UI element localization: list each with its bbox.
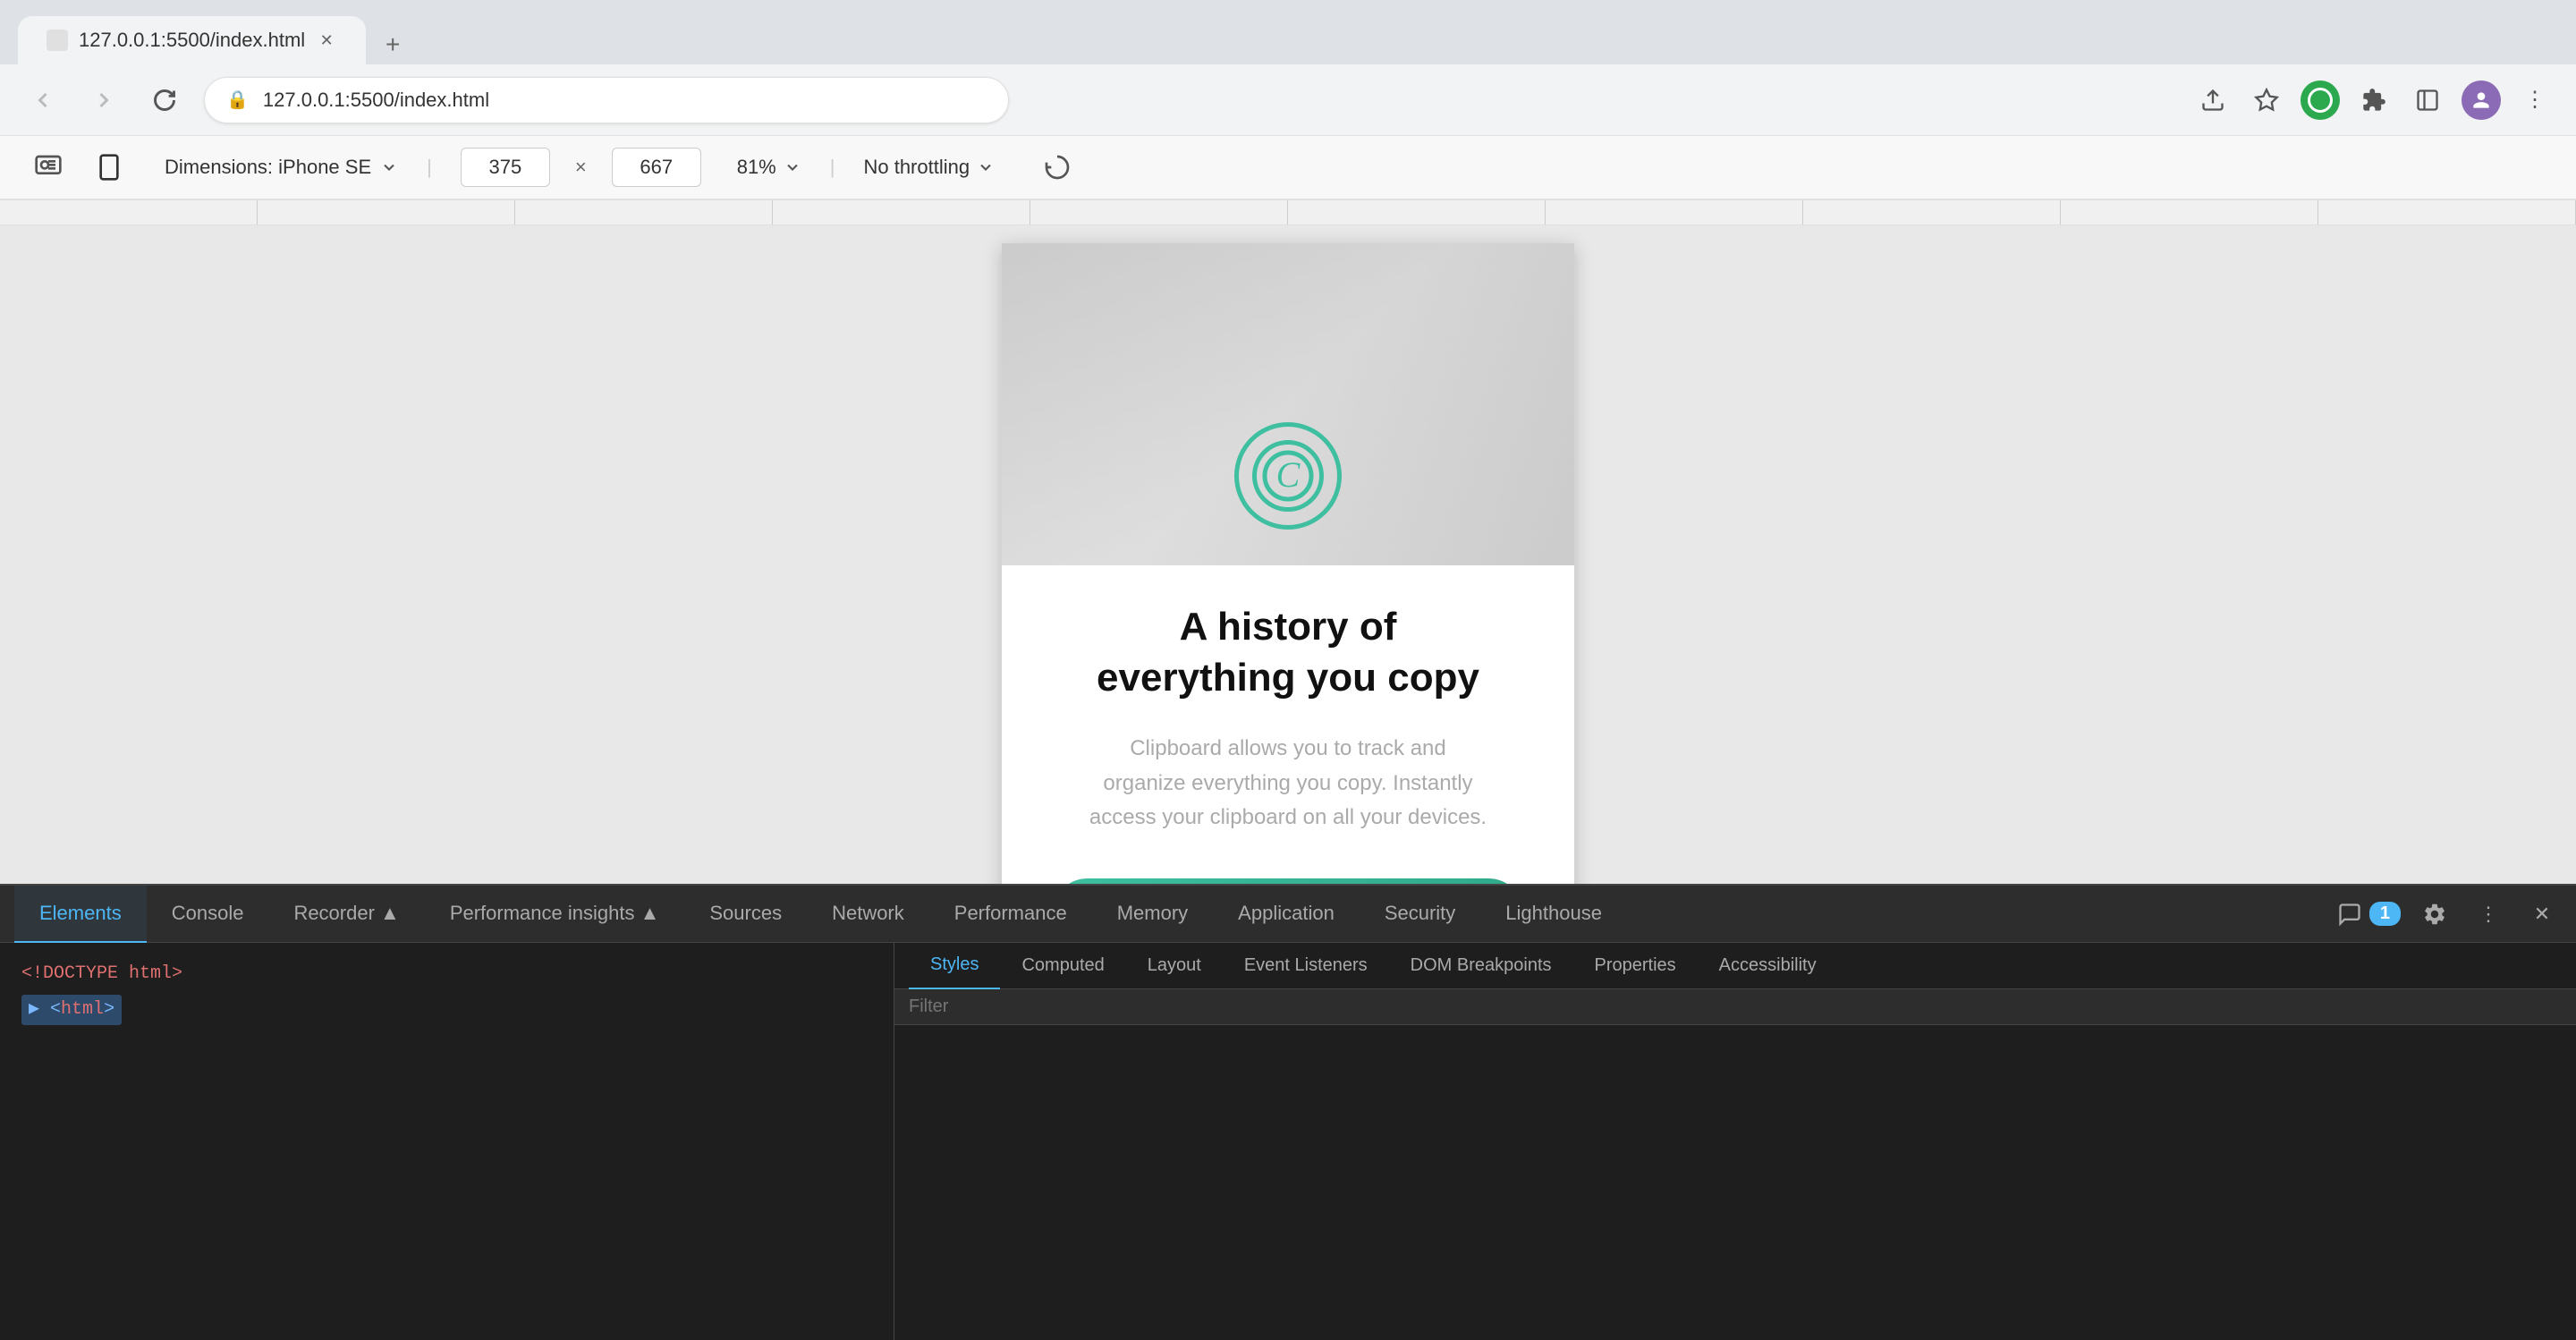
logo-inner: C bbox=[1252, 440, 1324, 512]
tab-favicon bbox=[47, 30, 68, 51]
inspect-icon[interactable] bbox=[29, 148, 68, 187]
device-label: Dimensions: iPhone SE bbox=[165, 156, 371, 179]
separator-2: | bbox=[830, 156, 835, 179]
tab-lighthouse[interactable]: Lighthouse bbox=[1480, 886, 1627, 943]
ruler bbox=[0, 200, 2576, 225]
tab-security[interactable]: Security bbox=[1360, 886, 1480, 943]
rotate-icon[interactable] bbox=[1038, 148, 1077, 187]
tab-title: 127.0.0.1:5500/index.html bbox=[79, 29, 305, 52]
profile-avatar[interactable] bbox=[2462, 81, 2501, 120]
devtools-more-btn[interactable]: ⋮ bbox=[2469, 895, 2508, 934]
new-tab-btn[interactable]: + bbox=[373, 25, 412, 64]
styles-tab-dom-breakpoints[interactable]: DOM Breakpoints bbox=[1389, 943, 1573, 989]
styles-tab-computed[interactable]: Computed bbox=[1000, 943, 1125, 989]
tab-performance-insights[interactable]: Performance insights ▲ bbox=[425, 886, 685, 943]
html-doctype-line: <!DOCTYPE html> bbox=[14, 957, 879, 991]
styles-tab-event-listeners[interactable]: Event Listeners bbox=[1223, 943, 1389, 989]
save-page-icon[interactable] bbox=[2193, 81, 2233, 120]
devtools-tab-actions: 1 ⋮ ✕ bbox=[2337, 895, 2562, 934]
back-btn[interactable] bbox=[21, 79, 64, 122]
styles-filter[interactable] bbox=[894, 989, 2576, 1025]
dimension-x: × bbox=[575, 156, 587, 179]
address-actions: ⋮ bbox=[2193, 81, 2555, 120]
styles-tab-accessibility[interactable]: Accessibility bbox=[1698, 943, 1838, 989]
tab-network[interactable]: Network bbox=[807, 886, 929, 943]
elements-tree: <!DOCTYPE html> ▶ <html> bbox=[0, 943, 894, 1340]
styles-tab-styles[interactable]: Styles bbox=[909, 943, 1000, 989]
reload-btn[interactable] bbox=[143, 79, 186, 122]
throttle-selector[interactable]: No throttling bbox=[863, 156, 995, 179]
preview-header: C bbox=[1002, 243, 1574, 565]
ruler-marks bbox=[0, 200, 2576, 225]
tab-close-btn[interactable]: ✕ bbox=[316, 30, 337, 51]
devtools-content: <!DOCTYPE html> ▶ <html> Styles bbox=[0, 943, 2576, 1340]
mobile-preview: C A history ofeverything you copy Clipbo… bbox=[1002, 243, 1574, 884]
devtools-settings-btn[interactable] bbox=[2415, 895, 2454, 934]
address-bar: 🔒 127.0.0.1:5500/index.html ⋮ bbox=[0, 64, 2576, 136]
tab-performance[interactable]: Performance bbox=[929, 886, 1092, 943]
green-circle-icon[interactable] bbox=[2301, 81, 2340, 120]
tab-sources[interactable]: Sources bbox=[684, 886, 807, 943]
devtools-close-btn[interactable]: ✕ bbox=[2522, 895, 2562, 934]
styles-tab-layout[interactable]: Layout bbox=[1126, 943, 1223, 989]
preview-content: A history ofeverything you copy Clipboar… bbox=[1002, 565, 1574, 884]
tab-application[interactable]: Application bbox=[1213, 886, 1360, 943]
devtools-panel: Elements Console Recorder ▲ Performance … bbox=[0, 884, 2576, 1340]
zoom-label: 81% bbox=[737, 156, 776, 179]
chat-btn[interactable]: 1 bbox=[2337, 902, 2401, 927]
tab-console[interactable]: Console bbox=[147, 886, 269, 943]
styles-tabs: Styles Computed Layout Event Listeners D bbox=[894, 943, 2576, 989]
tab-recorder[interactable]: Recorder ▲ bbox=[268, 886, 424, 943]
url-bar[interactable]: 🔒 127.0.0.1:5500/index.html bbox=[204, 77, 1009, 123]
styles-panel: Styles Computed Layout Event Listeners D bbox=[894, 943, 2576, 1340]
tab-bar: 127.0.0.1:5500/index.html ✕ + bbox=[0, 0, 2576, 64]
width-input[interactable] bbox=[461, 148, 550, 187]
device-selector[interactable]: Dimensions: iPhone SE bbox=[165, 156, 398, 179]
url-text: 127.0.0.1:5500/index.html bbox=[263, 89, 489, 112]
filter-input[interactable] bbox=[909, 997, 2562, 1017]
menu-icon[interactable]: ⋮ bbox=[2515, 81, 2555, 120]
height-input[interactable] bbox=[612, 148, 701, 187]
tab-elements[interactable]: Elements bbox=[14, 886, 147, 943]
active-tab[interactable]: 127.0.0.1:5500/index.html ✕ bbox=[18, 16, 366, 64]
svg-text:C: C bbox=[1276, 454, 1301, 495]
extensions-icon[interactable] bbox=[2354, 81, 2394, 120]
viewport: C A history ofeverything you copy Clipbo… bbox=[0, 225, 2576, 884]
tab-memory[interactable]: Memory bbox=[1092, 886, 1213, 943]
clipboard-logo: C bbox=[1234, 422, 1342, 530]
zoom-selector[interactable]: 81% bbox=[737, 156, 801, 179]
devtools-tabs: Elements Console Recorder ▲ Performance … bbox=[0, 886, 2576, 943]
bookmark-icon[interactable] bbox=[2247, 81, 2286, 120]
preview-title: A history ofeverything you copy bbox=[1097, 601, 1479, 703]
styles-tab-properties[interactable]: Properties bbox=[1573, 943, 1698, 989]
lock-icon: 🔒 bbox=[226, 89, 249, 111]
main-container: C A history ofeverything you copy Clipbo… bbox=[0, 225, 2576, 1340]
expand-icon[interactable] bbox=[2408, 81, 2447, 120]
device-toggle-icon[interactable] bbox=[89, 148, 129, 187]
browser-frame: 127.0.0.1:5500/index.html ✕ + 🔒 127.0.0.… bbox=[0, 0, 2576, 1340]
preview-description: Clipboard allows you to track and organi… bbox=[1089, 732, 1487, 835]
device-toolbar: Dimensions: iPhone SE | × 81% | No throt… bbox=[0, 136, 2576, 200]
separator-1: | bbox=[427, 156, 432, 179]
throttle-label: No throttling bbox=[863, 156, 970, 179]
html-element-line[interactable]: ▶ <html> bbox=[14, 991, 879, 1029]
chat-badge: 1 bbox=[2369, 902, 2401, 926]
forward-btn[interactable] bbox=[82, 79, 125, 122]
